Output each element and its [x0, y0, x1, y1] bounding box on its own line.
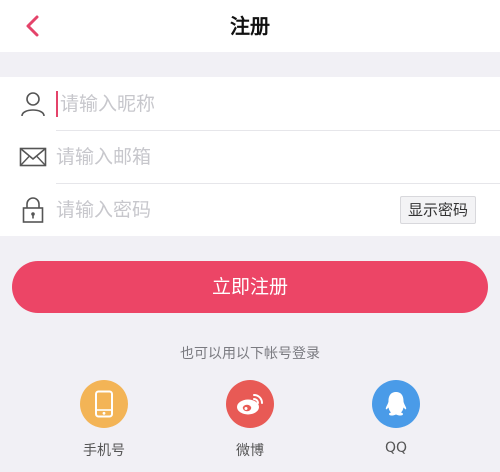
email-input[interactable]: [56, 138, 376, 175]
alt-login-title: 也可以用以下帐号登录: [180, 346, 320, 362]
qq-login-button[interactable]: QQ: [356, 380, 436, 456]
weibo-icon: [226, 380, 274, 428]
nickname-row: [0, 77, 500, 130]
show-password-button[interactable]: 显示密码: [399, 196, 476, 224]
nickname-input[interactable]: [60, 85, 380, 122]
page-title: 注册: [230, 14, 270, 38]
qq-icon: [372, 380, 420, 428]
mail-icon: [18, 142, 48, 172]
weibo-login-button[interactable]: 微博: [210, 380, 290, 460]
email-field-wrap: [56, 130, 488, 183]
phone-login-label: 手机号: [83, 443, 125, 459]
email-row: [0, 130, 500, 183]
password-input[interactable]: [56, 191, 376, 228]
user-icon: [18, 89, 48, 119]
lock-icon: [18, 195, 48, 225]
phone-login-button[interactable]: 手机号: [64, 380, 144, 460]
text-caret: [56, 90, 58, 117]
nickname-field-wrap: [56, 77, 488, 130]
weibo-login-label: 微博: [236, 443, 264, 459]
password-row: 显示密码: [0, 183, 500, 236]
register-button[interactable]: 立即注册: [12, 261, 488, 313]
navigation-bar: 注册: [0, 0, 500, 52]
qq-login-label: QQ: [384, 440, 408, 456]
register-form: 显示密码: [0, 77, 500, 236]
phone-icon: [80, 380, 128, 428]
